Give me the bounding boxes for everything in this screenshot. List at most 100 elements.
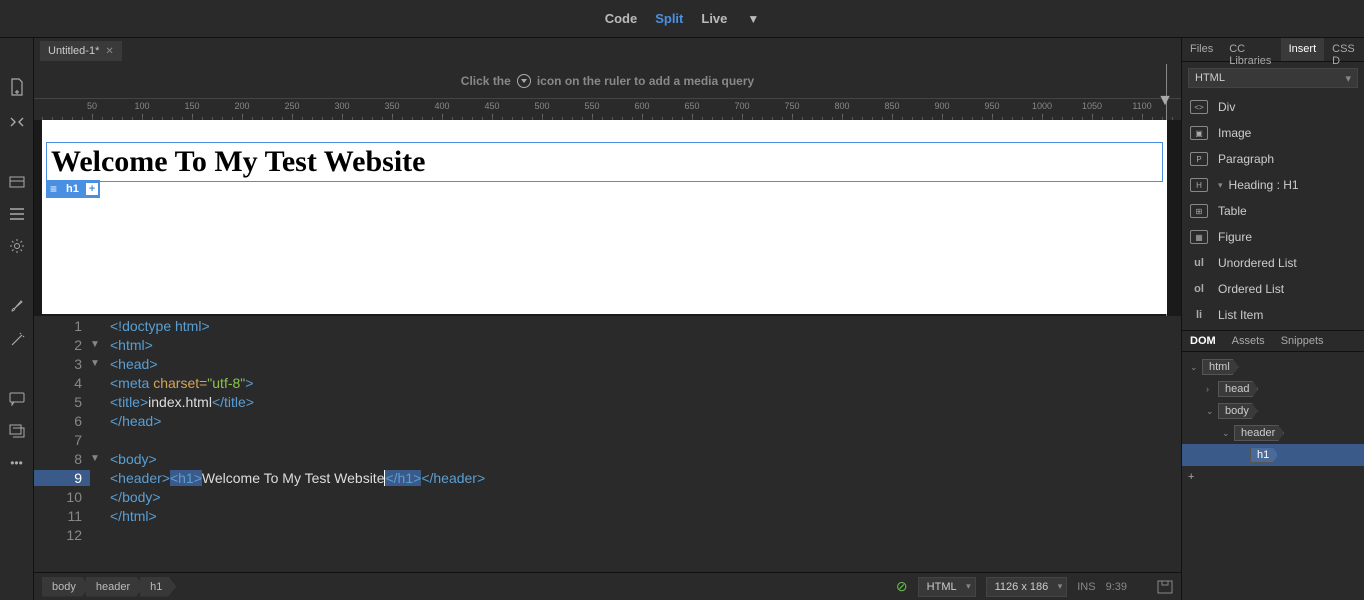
insert-item[interactable]: liList Item [1182, 302, 1364, 328]
comment-icon[interactable] [7, 392, 27, 406]
panel-tab[interactable]: Files [1182, 38, 1221, 61]
dom-tag-label: h1 [1250, 447, 1278, 463]
live-preview[interactable]: Welcome To My Test Website ≡ h1 + [42, 120, 1167, 314]
insert-item-label: Figure [1218, 230, 1252, 244]
brush-icon[interactable] [7, 298, 27, 314]
insert-item-label: Div [1218, 100, 1235, 114]
code-line[interactable]: 5<title>index.html</title> [34, 392, 1181, 411]
insert-mode-label[interactable]: INS [1077, 581, 1095, 593]
dom-add-button[interactable]: + [1182, 466, 1364, 488]
plus-icon: + [1188, 471, 1194, 483]
chevron-icon[interactable]: › [1206, 384, 1218, 394]
dimensions-select[interactable]: 1126 x 186 [986, 577, 1068, 597]
dom-node[interactable]: ⌄header [1182, 422, 1364, 444]
view-tab-code[interactable]: Code [605, 11, 638, 26]
settings-icon[interactable] [7, 238, 27, 254]
breadcrumb: bodyheaderh1 [42, 577, 172, 597]
code-line[interactable]: 9<header><h1>Welcome To My Test Website<… [34, 468, 1181, 487]
insert-item[interactable]: ▣Image [1182, 120, 1364, 146]
insert-item[interactable]: ▦Figure [1182, 224, 1364, 250]
dom-tag-label: header [1234, 425, 1284, 441]
insert-category-select[interactable]: HTML [1188, 68, 1358, 88]
insert-item-icon: ol [1190, 282, 1208, 296]
layers-icon[interactable] [7, 424, 27, 438]
code-line[interactable]: 2▼<html> [34, 335, 1181, 354]
insert-item[interactable]: olOrdered List [1182, 276, 1364, 302]
code-line[interactable]: 12 [34, 525, 1181, 544]
insert-item-label: Table [1218, 204, 1247, 218]
panel-tab[interactable]: Insert [1281, 38, 1325, 61]
code-line[interactable]: 4<meta charset="utf-8"> [34, 373, 1181, 392]
panel-tabs: FilesCC LibrariesInsertCSS D [1182, 38, 1364, 62]
element-selector-badge[interactable]: ≡ h1 + [46, 180, 100, 198]
insert-item[interactable]: PParagraph [1182, 146, 1364, 172]
view-tab-split[interactable]: Split [655, 11, 683, 26]
insert-item[interactable]: <> Div [1182, 94, 1364, 120]
code-line[interactable]: 6</head> [34, 411, 1181, 430]
insert-item[interactable]: H▾Heading : H1 [1182, 172, 1364, 198]
panel-tab-secondary[interactable]: DOM [1182, 331, 1224, 351]
insert-item-icon: li [1190, 308, 1208, 322]
plus-icon[interactable]: + [86, 183, 98, 195]
file-tab[interactable]: Untitled-1* ✕ [40, 41, 122, 61]
code-line[interactable]: 10</body> [34, 487, 1181, 506]
hamburger-icon[interactable]: ≡ [46, 180, 61, 198]
lines-icon[interactable] [7, 208, 27, 220]
chevron-down-icon: ▾ [1218, 180, 1223, 191]
close-icon[interactable]: ✕ [105, 46, 113, 57]
code-line[interactable]: 3▼<head> [34, 354, 1181, 373]
dom-tag-label: html [1202, 359, 1239, 375]
chevron-icon[interactable]: ⌄ [1222, 428, 1234, 439]
file-tab-label: Untitled-1* [48, 45, 99, 57]
code-editor[interactable]: 1<!doctype html>2▼<html>3▼<head>4<meta c… [34, 316, 1181, 572]
view-dropdown-icon[interactable]: ▼ [747, 12, 759, 26]
wand-icon[interactable] [7, 332, 27, 348]
code-line[interactable]: 7 [34, 430, 1181, 449]
save-icon[interactable] [1157, 580, 1173, 594]
manage-icon[interactable] [7, 114, 27, 130]
viewport-arrow-icon[interactable]: ▼ [1157, 92, 1173, 110]
more-icon[interactable]: ••• [7, 456, 27, 470]
insert-item-label: Heading : H1 [1229, 178, 1299, 192]
insert-item-icon: ▣ [1190, 126, 1208, 140]
insert-item-icon: <> [1190, 100, 1208, 114]
insert-item[interactable]: ⊞ Table [1182, 198, 1364, 224]
dom-node[interactable]: h1 [1182, 444, 1364, 466]
panel-tabs-secondary: DOMAssetsSnippets [1182, 330, 1364, 352]
hint-text-before: Click the [461, 74, 511, 88]
panel-tab-secondary[interactable]: Snippets [1273, 331, 1332, 351]
assets-icon[interactable] [7, 174, 27, 190]
panel-tab[interactable]: CSS D [1324, 38, 1364, 61]
view-tab-live[interactable]: Live [701, 11, 727, 26]
insert-item[interactable]: ulUnordered List [1182, 250, 1364, 276]
new-file-icon[interactable] [7, 78, 27, 96]
breadcrumb-segment[interactable]: body [42, 577, 90, 597]
code-line[interactable]: 8▼<body> [34, 449, 1181, 468]
triangle-down-icon [517, 74, 531, 88]
insert-list: <>Div▣ImagePParagraphH▾Heading : H1⊞Tabl… [1182, 94, 1364, 328]
left-toolbar: ••• [0, 38, 34, 600]
breadcrumb-segment[interactable]: header [86, 577, 144, 597]
time-label: 9:39 [1106, 581, 1127, 593]
hint-text-after: icon on the ruler to add a media query [537, 74, 754, 88]
status-bar: bodyheaderh1 ⊘ HTML 1126 x 186 INS 9:39 [34, 572, 1181, 600]
ruler[interactable]: 5010015020025030035040045050055060065070… [34, 98, 1181, 120]
code-line[interactable]: 1<!doctype html> [34, 316, 1181, 335]
status-ok-icon[interactable]: ⊘ [896, 578, 908, 595]
panel-tab[interactable]: CC Libraries [1221, 38, 1280, 61]
insert-item-icon: ⊞ [1190, 204, 1208, 218]
dom-tag-label: body [1218, 403, 1258, 419]
language-select[interactable]: HTML [918, 577, 976, 597]
chevron-icon[interactable]: ⌄ [1190, 362, 1202, 373]
insert-item-icon: P [1190, 152, 1208, 166]
dom-node[interactable]: ⌄html [1182, 356, 1364, 378]
code-line[interactable]: 11</html> [34, 506, 1181, 525]
dom-tag-label: head [1218, 381, 1258, 397]
breadcrumb-segment[interactable]: h1 [140, 577, 176, 597]
dom-node[interactable]: ⌄body [1182, 400, 1364, 422]
dom-node[interactable]: ›head [1182, 378, 1364, 400]
chevron-icon[interactable]: ⌄ [1206, 406, 1218, 417]
panel-tab-secondary[interactable]: Assets [1224, 331, 1273, 351]
file-tab-bar: Untitled-1* ✕ [34, 38, 1181, 64]
preview-heading-h1[interactable]: Welcome To My Test Website [46, 142, 1163, 182]
